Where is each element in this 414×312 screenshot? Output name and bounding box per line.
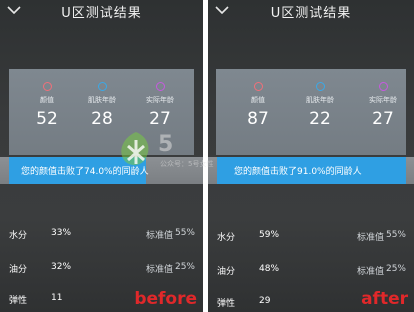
stat-label: 水分 xyxy=(9,231,28,241)
metric-value: 27 xyxy=(372,109,394,129)
stat-value: 48% xyxy=(259,264,280,274)
metric-value: 27 xyxy=(149,109,171,129)
standard-label: 标准值 xyxy=(145,231,173,241)
standard-value: 25% xyxy=(174,262,195,272)
metric-value: 28 xyxy=(91,109,113,129)
stat-label: 弹性 xyxy=(217,299,236,309)
looks-ring-icon xyxy=(42,82,52,91)
skin-age-ring-icon xyxy=(315,82,325,91)
before-tag: before xyxy=(134,289,197,309)
metric-label: 实际年龄 xyxy=(146,96,174,104)
metric-label: 肌肤年龄 xyxy=(88,96,116,104)
metric-skin-age: 肌肤年龄 28 xyxy=(73,69,131,129)
real-age-ring-icon xyxy=(155,82,165,91)
stat-label: 油分 xyxy=(9,265,28,275)
metric-value: 87 xyxy=(247,109,269,129)
metric-value: 22 xyxy=(309,109,331,129)
stat-value: 59% xyxy=(259,230,280,240)
standard-value: 25% xyxy=(385,264,406,274)
metric-value: 52 xyxy=(36,109,58,129)
metric-label: 实际年龄 xyxy=(369,96,397,104)
stat-label: 水分 xyxy=(217,233,236,243)
metric-skin-age: 肌肤年龄 22 xyxy=(291,69,349,129)
watermark-subtitle: 公众号：5号女性 xyxy=(160,160,214,168)
metric-looks: 颜值 52 xyxy=(18,69,76,129)
metric-real-age: 实际年龄 27 xyxy=(131,69,189,129)
stat-label: 弹性 xyxy=(9,296,28,306)
looks-ring-icon xyxy=(253,82,263,91)
standard-label: 标准值 xyxy=(145,265,173,275)
stat-value: 33% xyxy=(51,228,72,238)
standard-value: 55% xyxy=(385,230,406,240)
after-tag: after xyxy=(361,289,408,309)
stat-value: 32% xyxy=(51,262,72,272)
after-panel: U区测试结果 颜值 87 肌肤年龄 22 实际年龄 27 您的颜值击败了91.0… xyxy=(208,0,414,312)
page-title: U区测试结果 xyxy=(270,6,352,21)
metric-label: 颜值 xyxy=(251,96,265,104)
metric-label: 颜值 xyxy=(40,96,54,104)
metrics-card: 颜值 87 肌肤年龄 22 实际年龄 27 xyxy=(216,69,406,155)
stat-label: 油分 xyxy=(217,267,236,277)
real-age-ring-icon xyxy=(378,82,388,91)
beat-bar: 您的颜值击败了91.0%的同龄人 xyxy=(208,157,414,184)
standard-label: 标准值 xyxy=(356,233,384,243)
metric-looks: 颜值 87 xyxy=(229,69,287,129)
watermark-number: 5 xyxy=(158,132,174,157)
stat-value: 29 xyxy=(259,296,271,306)
watermark-logo-icon xyxy=(121,132,149,166)
stat-value: 11 xyxy=(51,293,63,303)
standard-value: 55% xyxy=(174,228,195,238)
metric-real-age: 实际年龄 27 xyxy=(354,69,412,129)
standard-label: 标准值 xyxy=(356,267,384,277)
skin-age-ring-icon xyxy=(97,82,107,91)
page-title: U区测试结果 xyxy=(61,6,142,21)
beat-text: 您的颜值击败了91.0%的同龄人 xyxy=(234,167,362,177)
metric-label: 肌肤年龄 xyxy=(306,96,334,104)
watermark: 5 公众号：5号女性 xyxy=(116,128,216,176)
